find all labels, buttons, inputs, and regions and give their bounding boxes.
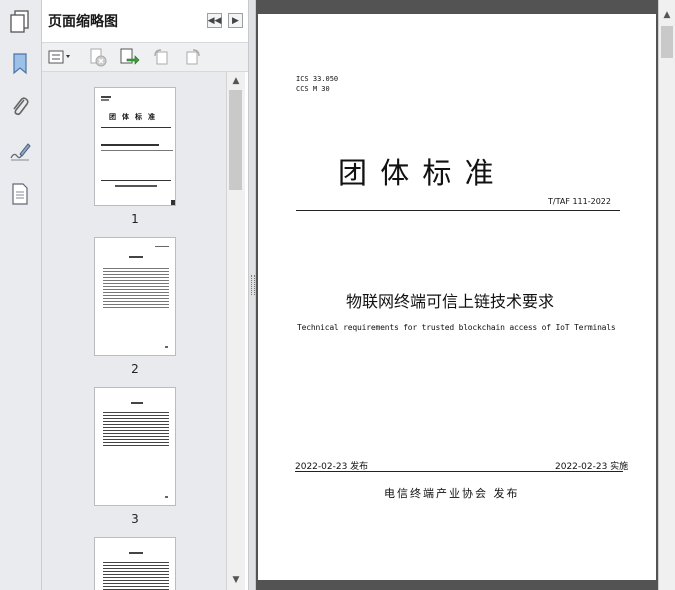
document-scrollbar[interactable]: ▲ (658, 0, 675, 590)
insert-page-icon[interactable] (118, 47, 140, 67)
document-page: ICS 33.050 CCS M 30 团 体 标 准 T/TAF 111-20… (258, 14, 656, 580)
thumbnail-label: 1 (131, 212, 139, 226)
panel-splitter[interactable] (248, 0, 256, 590)
ccs-code: CCS M 30 (296, 85, 330, 93)
collapse-panel-icon[interactable]: ◀◀ (207, 13, 222, 28)
document-title-en: Technical requirements for trusted block… (297, 323, 616, 332)
page-thumbnail[interactable] (94, 237, 176, 356)
thumbnail-scrollbar[interactable]: ▲ ▼ (226, 72, 245, 590)
bookmark-icon[interactable] (6, 50, 34, 78)
signature-icon[interactable] (6, 137, 34, 165)
page-thumbnails-panel: 页面缩略图 ◀◀ ▶ 团体标准 1 2 3 ▲ ▼ (42, 0, 249, 590)
thumbnail-list: 团体标准 1 2 3 (42, 72, 226, 590)
panel-title: 页面缩略图 (48, 14, 118, 30)
page-thumbnail[interactable]: 团体标准 (94, 87, 176, 206)
options-icon[interactable] (48, 47, 74, 67)
thumbnail-label: 3 (131, 512, 139, 526)
page-thumbnail[interactable] (94, 537, 176, 590)
standard-number: T/TAF 111-2022 (548, 197, 611, 206)
doc-scrollbar-thumb[interactable] (661, 26, 673, 58)
scroll-down-icon[interactable]: ▼ (231, 575, 241, 585)
delete-page-icon[interactable] (86, 47, 108, 67)
header-divider (296, 210, 620, 211)
expand-panel-icon[interactable]: ▶ (228, 13, 243, 28)
panel-header: 页面缩略图 ◀◀ ▶ (42, 0, 248, 43)
attachment-icon[interactable] (6, 93, 34, 121)
document-heading: 团 体 标 准 (338, 156, 496, 190)
pages-icon[interactable] (6, 8, 34, 36)
doc-scroll-up-icon[interactable]: ▲ (662, 10, 672, 20)
scrollbar-thumb[interactable] (229, 90, 242, 190)
thumbnails-toolbar (42, 43, 248, 72)
publisher: 电信终端产业协会 发布 (384, 487, 520, 500)
layers-icon[interactable] (6, 180, 34, 208)
page-thumbnail[interactable] (94, 387, 176, 506)
navigation-rail (0, 0, 42, 590)
rotate-ccw-icon[interactable] (150, 47, 172, 67)
document-title-cn: 物联网终端可信上链技术要求 (346, 292, 555, 311)
scroll-up-icon[interactable]: ▲ (231, 76, 241, 86)
rotate-cw-icon[interactable] (182, 47, 204, 67)
ics-code: ICS 33.050 (296, 75, 339, 83)
footer-divider (295, 471, 623, 472)
thumbnail-label: 2 (131, 362, 139, 376)
